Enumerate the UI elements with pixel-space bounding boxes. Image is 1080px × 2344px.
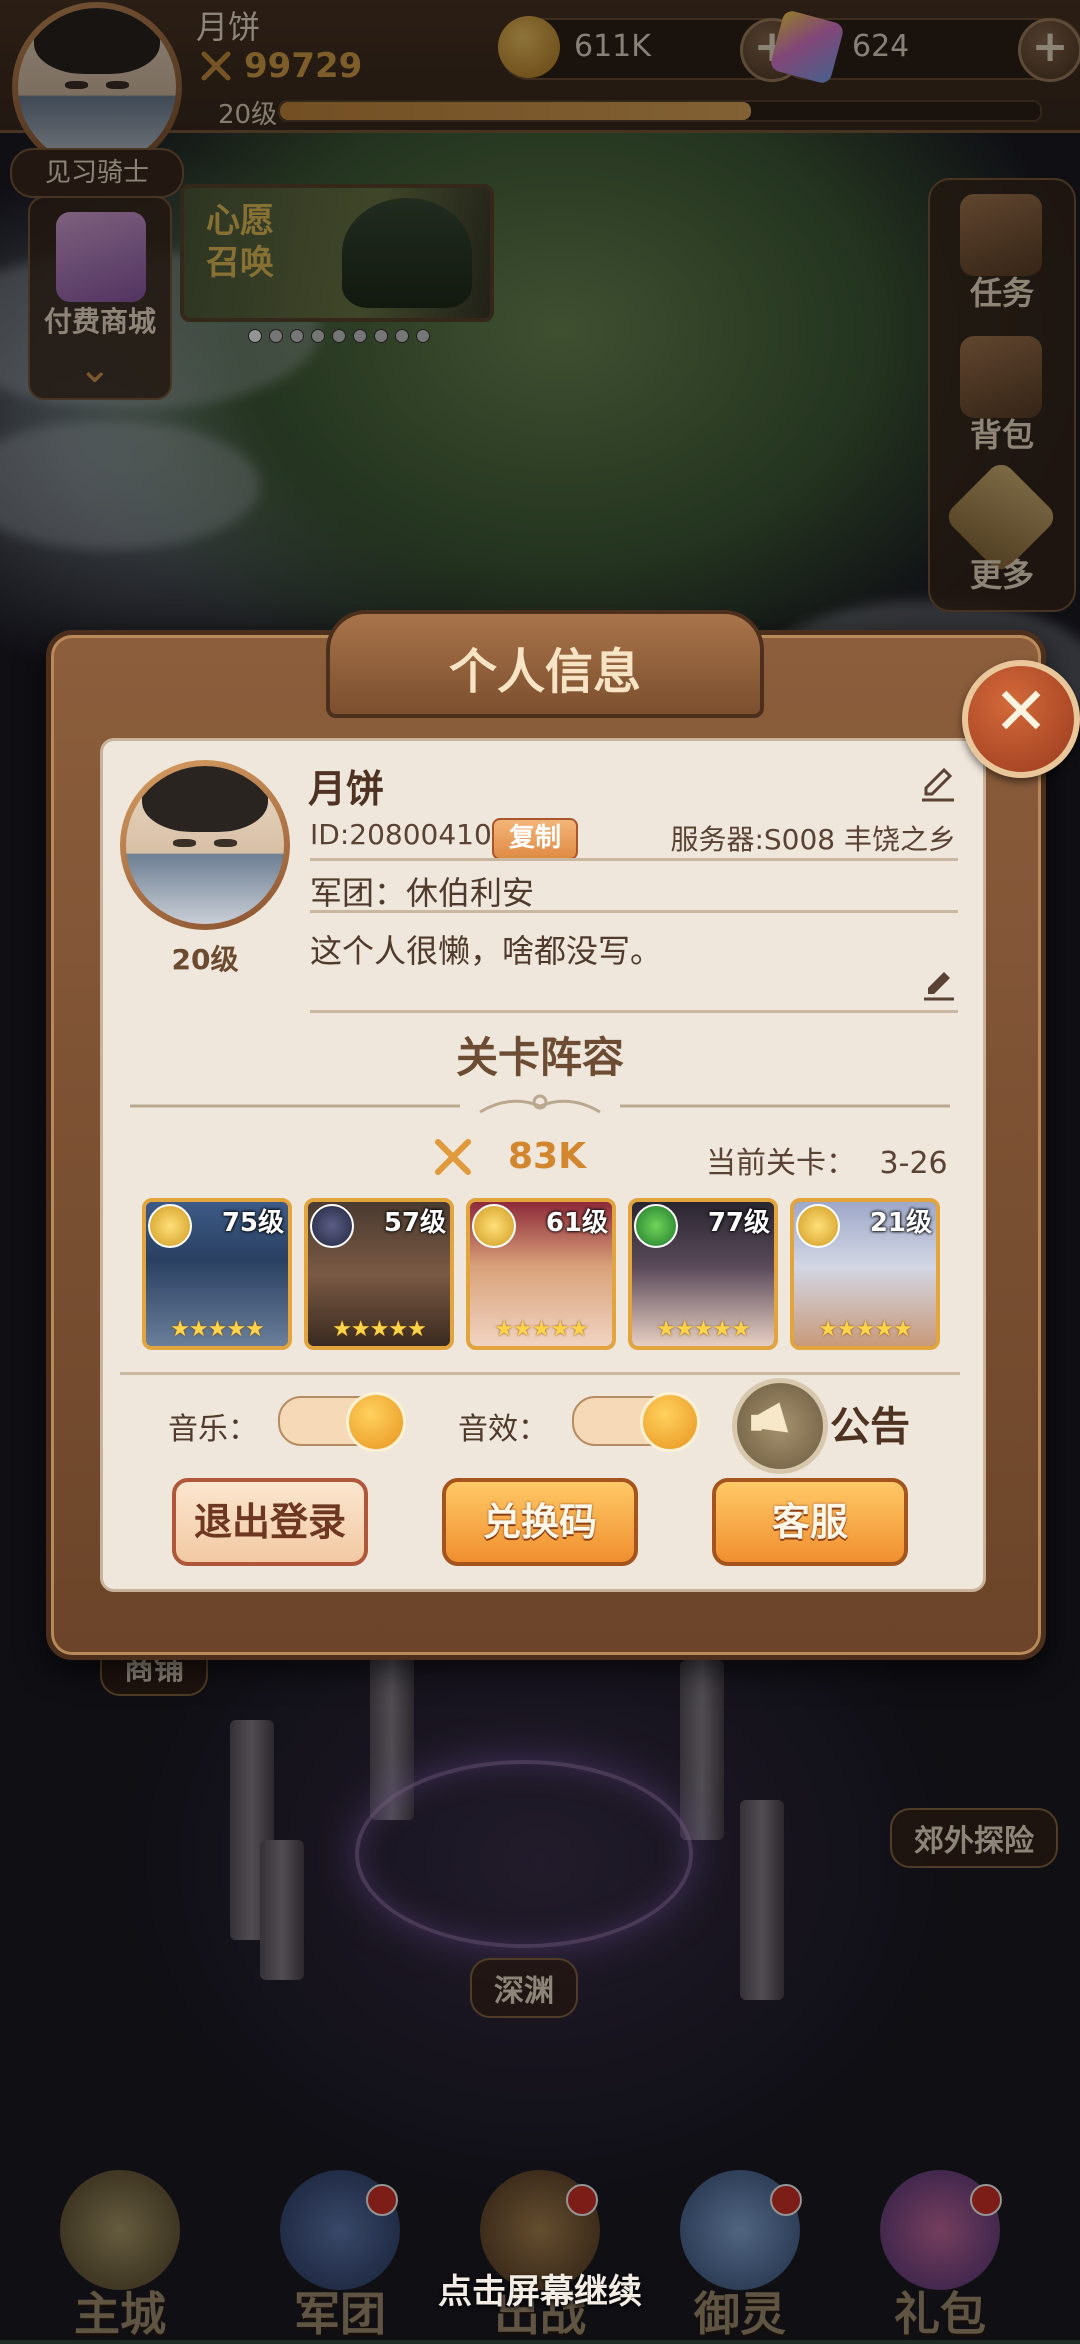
stage-value: 3-26: [879, 1146, 948, 1181]
hero-level: 77级: [707, 1208, 770, 1238]
lineup-power: 83K: [508, 1136, 586, 1177]
hero-card[interactable]: 21级 ★★★★★: [790, 1198, 940, 1350]
hero-card[interactable]: 77级 ★★★★★: [628, 1198, 778, 1350]
guild-info: 军团：休伯利安: [310, 874, 535, 912]
customer-service-button[interactable]: 客服: [712, 1478, 908, 1566]
sfx-toggle[interactable]: [572, 1392, 700, 1452]
megaphone-glyph: [751, 1402, 789, 1433]
hero-stars: ★★★★★: [494, 1317, 589, 1342]
server-info: 服务器:S008 丰饶之乡: [670, 823, 956, 856]
ornament-divider: [130, 1094, 950, 1114]
profile-level: 20级: [171, 943, 239, 976]
hero-faction-icon: [148, 1204, 192, 1248]
copy-id-button[interactable]: 复制: [492, 818, 578, 860]
music-toggle[interactable]: [278, 1392, 406, 1452]
continue-hint[interactable]: 点击屏幕继续: [0, 2264, 1080, 2313]
profile-avatar[interactable]: [120, 760, 290, 930]
hero-card[interactable]: 61级 ★★★★★: [466, 1198, 616, 1350]
divider: [310, 1010, 958, 1013]
megaphone-icon[interactable]: [732, 1378, 828, 1474]
eye-shape: [214, 838, 237, 847]
eye-shape: [173, 838, 196, 847]
profile-name: 月饼: [308, 767, 385, 811]
signature-text: 这个人很懒，啥都没写。: [310, 932, 663, 970]
edit-name-icon[interactable]: [918, 764, 958, 804]
hero-level: 75级: [221, 1208, 284, 1238]
divider: [310, 858, 958, 861]
player-id: ID:20800410: [310, 818, 492, 851]
current-stage: 当前关卡： 3-26: [706, 1138, 948, 1182]
hero-stars: ★★★★★: [170, 1317, 265, 1342]
modal-title: 个人信息: [448, 644, 641, 700]
hero-faction-icon: [310, 1204, 354, 1248]
hero-stars: ★★★★★: [818, 1317, 913, 1342]
hero-card[interactable]: 57级 ★★★★★: [304, 1198, 454, 1350]
sfx-label: 音效：: [458, 1412, 548, 1447]
hero-level: 57级: [383, 1208, 446, 1238]
hero-level: 21级: [869, 1208, 932, 1238]
music-label: 音乐：: [168, 1412, 258, 1447]
hair-shape: [141, 766, 269, 833]
logout-button[interactable]: 退出登录: [172, 1478, 368, 1566]
redeem-code-button[interactable]: 兑换码: [442, 1478, 638, 1566]
divider: [120, 1372, 960, 1375]
hero-level: 61级: [545, 1208, 608, 1238]
profile-avatar-portrait: [126, 766, 284, 924]
toggle-knob: [346, 1392, 406, 1452]
notice-button[interactable]: 公告: [830, 1394, 910, 1452]
hero-stars: ★★★★★: [332, 1317, 427, 1342]
modal-title-plate: 个人信息: [326, 610, 764, 718]
edit-signature-icon[interactable]: [922, 968, 956, 1002]
divider: [310, 910, 958, 913]
crossed-swords-icon: [435, 1139, 471, 1175]
hero-stars: ★★★★★: [656, 1317, 751, 1342]
hero-faction-icon: [472, 1204, 516, 1248]
close-button[interactable]: ✕: [962, 660, 1080, 778]
toggle-knob: [640, 1392, 700, 1452]
hero-faction-icon: [796, 1204, 840, 1248]
close-icon: ✕: [993, 673, 1049, 750]
hero-card[interactable]: 75级 ★★★★★: [142, 1198, 292, 1350]
stage-label: 当前关卡：: [706, 1146, 856, 1181]
hero-faction-icon: [634, 1204, 678, 1248]
lineup-title: 关卡阵容: [455, 1033, 624, 1082]
